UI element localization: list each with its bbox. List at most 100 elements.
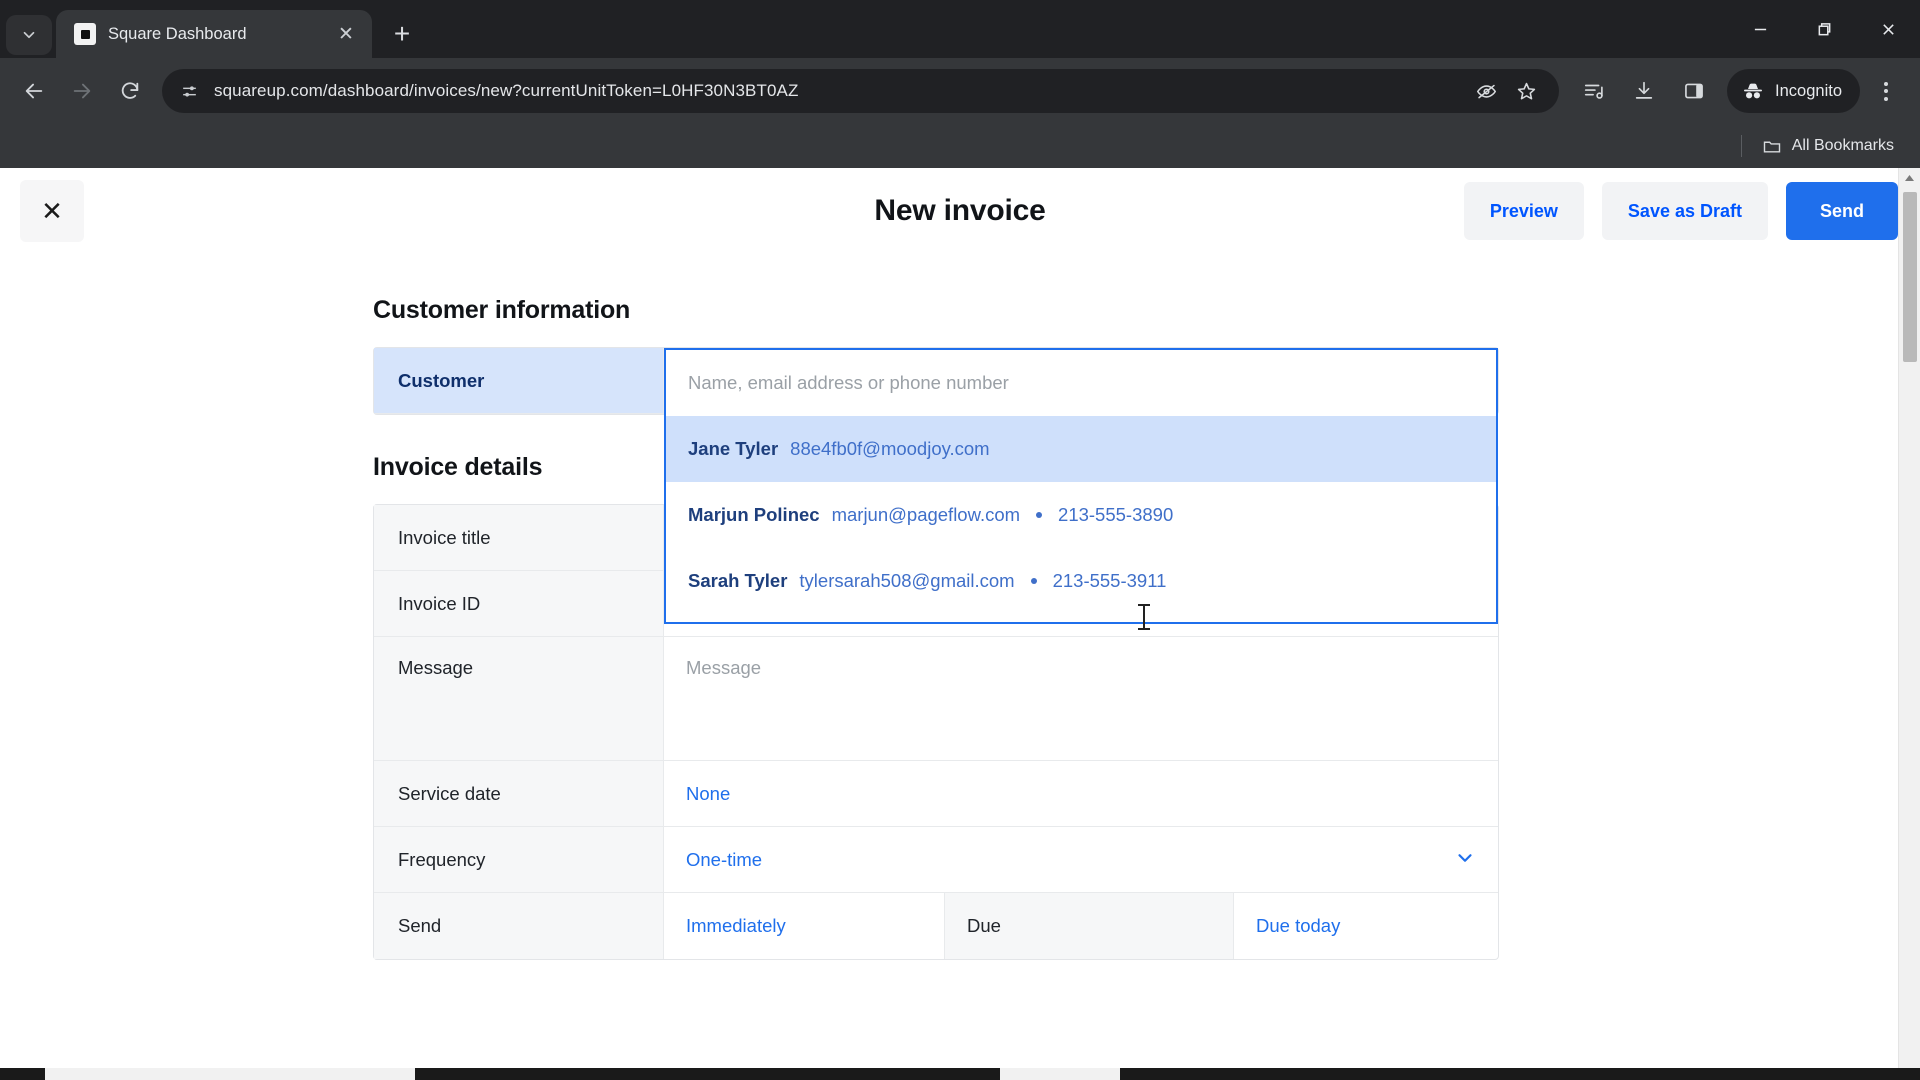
- browser-window: Square Dashboard ✕ + squareup.com/dashbo…: [0, 0, 1920, 1080]
- invoice-id-label: Invoice ID: [374, 571, 664, 636]
- page-settings-icon[interactable]: [178, 80, 200, 102]
- suggestion-email: 88e4fb0f@moodjoy.com: [790, 438, 990, 459]
- suggestion-separator-dot: [1030, 578, 1037, 584]
- triangle-up-icon: [1905, 175, 1914, 181]
- back-button[interactable]: [12, 69, 56, 113]
- close-invoice-button[interactable]: ✕: [20, 180, 84, 242]
- customer-row-label: Customer: [374, 348, 664, 413]
- taskbar-strip: [0, 1068, 1920, 1080]
- maximize-icon: [1818, 22, 1830, 35]
- taskbar-chunk: [45, 1068, 415, 1080]
- message-row: Message Message: [374, 637, 1498, 761]
- minimize-icon: [1754, 28, 1766, 30]
- due-label-cell: Due: [944, 893, 1234, 959]
- suggestion-separator-dot: [1036, 512, 1043, 518]
- message-placeholder: Message: [686, 657, 762, 678]
- eye-slash-icon[interactable]: [1469, 74, 1503, 108]
- reload-icon: [121, 82, 139, 99]
- page-scroll-area: Customer information Customer Name, emai…: [0, 254, 1920, 1080]
- window-controls: [1728, 0, 1920, 58]
- browser-toolbar: squareup.com/dashboard/invoices/new?curr…: [0, 58, 1920, 124]
- text-cursor: [1138, 604, 1150, 630]
- download-button[interactable]: [1621, 68, 1667, 114]
- forward-button[interactable]: [60, 69, 104, 113]
- minimize-button[interactable]: [1728, 0, 1792, 58]
- reading-list-button[interactable]: [1571, 68, 1617, 114]
- due-date-select[interactable]: Due today: [1234, 893, 1498, 959]
- customer-search-placeholder: Name, email address or phone number: [688, 372, 1009, 393]
- reload-button[interactable]: [108, 69, 152, 113]
- send-label: Send: [374, 893, 664, 959]
- preview-button[interactable]: Preview: [1463, 182, 1584, 240]
- header-actions: Preview Save as Draft Send: [1463, 182, 1898, 240]
- invoice-title-label: Invoice title: [374, 505, 664, 570]
- suggestion-email: tylersarah508@gmail.com: [799, 570, 1015, 591]
- maximize-button[interactable]: [1792, 0, 1856, 58]
- incognito-icon: [1744, 83, 1763, 99]
- send-row: Send Immediately Due Due today: [374, 893, 1498, 959]
- customer-suggestions-dropdown: Jane Tyler 88e4fb0f@moodjoy.com Marjun P…: [664, 416, 1498, 624]
- customer-search-input[interactable]: Name, email address or phone number: [664, 348, 1498, 416]
- chevron-down-icon: [23, 31, 35, 39]
- reading-list-icon: [1584, 84, 1603, 99]
- address-bar[interactable]: squareup.com/dashboard/invoices/new?curr…: [162, 69, 1560, 113]
- customer-suggestion-item[interactable]: Marjun Polinec marjun@pageflow.com 213-5…: [666, 482, 1496, 548]
- bookmarks-divider: [1740, 135, 1742, 157]
- chevron-down-icon: [1454, 847, 1476, 872]
- suggestion-phone: 213-555-3911: [1052, 570, 1167, 591]
- chrome-menu-button[interactable]: [1864, 68, 1908, 114]
- suggestion-name: Marjun Polinec: [688, 504, 820, 525]
- side-panel-button[interactable]: [1671, 68, 1717, 114]
- service-date-picker[interactable]: None: [664, 761, 1498, 826]
- service-date-label: Service date: [374, 761, 664, 826]
- new-tab-button[interactable]: +: [380, 12, 424, 56]
- customer-suggestion-item[interactable]: Sarah Tyler tylersarah508@gmail.com 213-…: [666, 548, 1496, 614]
- frequency-select[interactable]: One-time: [664, 827, 1498, 892]
- browser-tab[interactable]: Square Dashboard ✕: [56, 10, 372, 58]
- send-button[interactable]: Send: [1786, 182, 1898, 240]
- send-when-value: Immediately: [686, 915, 786, 936]
- window-close-button[interactable]: [1856, 0, 1920, 58]
- suggestion-email: marjun@pageflow.com: [831, 504, 1021, 525]
- tab-close-button[interactable]: ✕: [332, 20, 360, 48]
- save-as-draft-button[interactable]: Save as Draft: [1601, 182, 1768, 240]
- download-icon: [1635, 81, 1653, 99]
- incognito-indicator[interactable]: Incognito: [1727, 69, 1860, 113]
- service-date-value: None: [686, 782, 731, 804]
- due-value: Due today: [1256, 915, 1341, 936]
- suggestion-phone: 213-555-3890: [1058, 504, 1174, 525]
- due-label: Due: [967, 915, 1001, 936]
- all-bookmarks-button[interactable]: All Bookmarks: [1754, 132, 1902, 160]
- star-icon[interactable]: [1509, 74, 1543, 108]
- customer-information-heading: Customer information: [373, 296, 631, 324]
- invoice-form: Customer information Customer Name, emai…: [373, 296, 1499, 960]
- suggestion-name: Jane Tyler: [688, 438, 779, 459]
- message-label: Message: [374, 637, 664, 760]
- square-logo-icon: [74, 23, 96, 45]
- browser-scrollbar[interactable]: [1898, 168, 1920, 1080]
- frequency-label: Frequency: [374, 827, 664, 892]
- service-date-row: Service date None: [374, 761, 1498, 827]
- bookmarks-bar: All Bookmarks: [0, 124, 1920, 168]
- page-viewport: ✕ New invoice Preview Save as Draft Send…: [0, 168, 1920, 1080]
- side-panel-icon: [1685, 83, 1703, 99]
- tab-strip: Square Dashboard ✕ +: [0, 0, 1920, 58]
- frequency-value: One-time: [686, 848, 763, 870]
- incognito-label: Incognito: [1775, 81, 1842, 100]
- all-bookmarks-label: All Bookmarks: [1791, 137, 1894, 154]
- taskbar-chunk: [1000, 1068, 1120, 1080]
- arrow-right-icon: [73, 83, 91, 99]
- page-content: Customer information Customer Name, emai…: [0, 254, 1920, 1080]
- send-when-select[interactable]: Immediately: [664, 893, 944, 959]
- url-text: squareup.com/dashboard/invoices/new?curr…: [214, 81, 799, 100]
- browser-scrollbar-thumb[interactable]: [1903, 192, 1917, 362]
- customer-suggestion-item[interactable]: Jane Tyler 88e4fb0f@moodjoy.com: [666, 416, 1496, 482]
- customer-information-table: Customer Name, email address or phone nu…: [373, 347, 1499, 624]
- arrow-left-icon: [25, 83, 43, 99]
- message-textarea[interactable]: Message: [664, 637, 1498, 760]
- tab-search-button[interactable]: [6, 15, 52, 55]
- omnibox-actions: [1469, 74, 1543, 108]
- folder-icon: [1763, 141, 1780, 153]
- suggestion-name: Sarah Tyler: [688, 570, 788, 591]
- scroll-up-arrow[interactable]: [1899, 168, 1920, 188]
